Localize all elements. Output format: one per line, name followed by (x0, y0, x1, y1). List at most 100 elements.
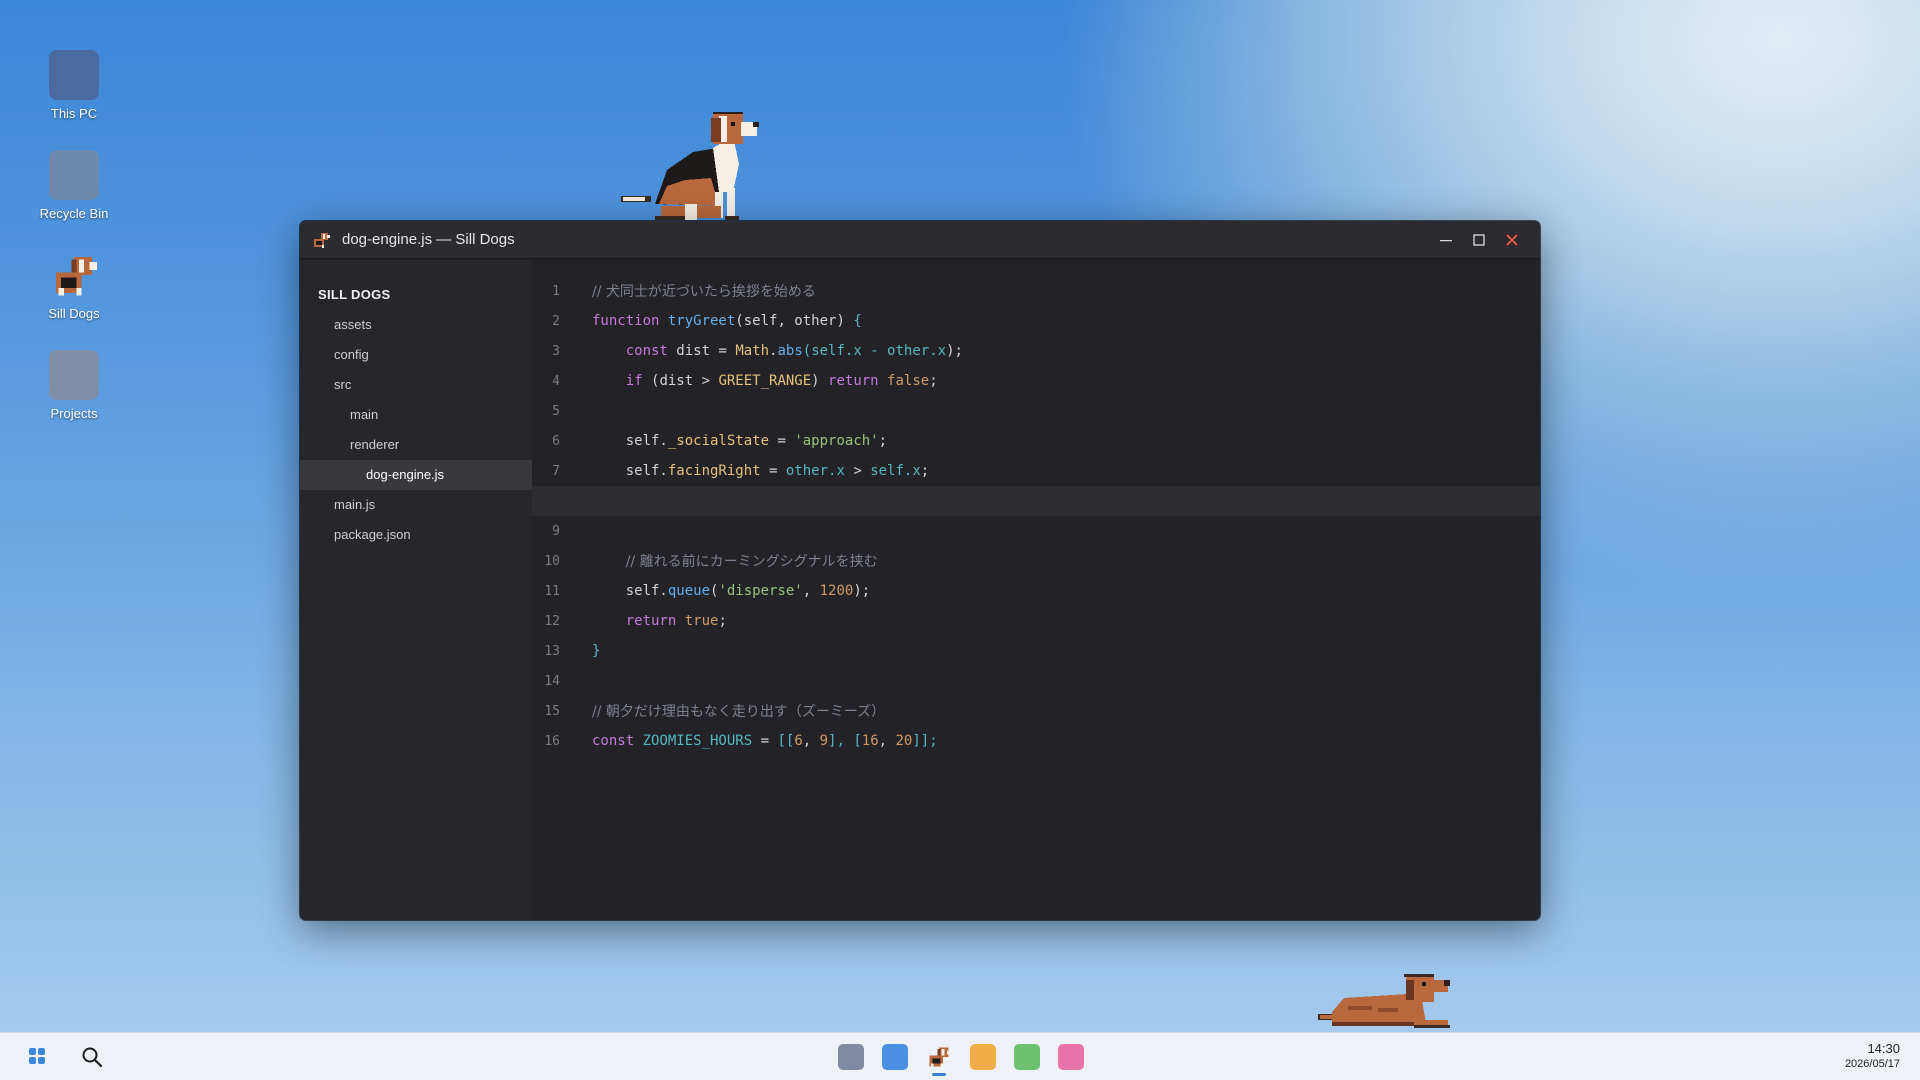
code-token: self.x (870, 463, 921, 479)
desktop-icon-projects[interactable]: Projects (36, 350, 112, 421)
code-token: , (878, 733, 896, 749)
code-line[interactable]: 13} (532, 636, 1540, 666)
code-line[interactable]: 1 // 犬同士が近づいたら挨拶を始める (532, 276, 1540, 306)
line-code: // 離れる前にカーミングシグナルを挟む (592, 551, 878, 571)
desktop-icon-label: Recycle Bin (39, 206, 109, 221)
code-line[interactable]: 6 self._socialState = 'approach'; (532, 426, 1540, 456)
window-title: dog-engine.js — Sill Dogs (342, 231, 515, 248)
code-token: 16 (861, 733, 879, 749)
code-token: 9 (819, 733, 829, 749)
code-token: abs (777, 343, 803, 359)
line-number: 5 (552, 403, 560, 419)
line-number: 12 (544, 613, 560, 629)
line-number: 1 (552, 283, 560, 299)
explorer-item[interactable]: dog-engine.js (300, 460, 532, 490)
lying-dog-sprite[interactable] (1318, 970, 1453, 1032)
code-line[interactable]: 2 function tryGreet(self, other) { (532, 306, 1540, 336)
code-line[interactable]: 14 (532, 666, 1540, 696)
code-token: if (625, 373, 652, 389)
desktop-icon-this-pc[interactable]: This PC (36, 50, 112, 121)
code-token: ; (920, 463, 930, 479)
code-line[interactable]: 16 const ZOOMIES_HOURS = [[6, 9], [16, 20… (532, 726, 1540, 756)
code-line[interactable]: 4 if (dist > GREET_RANGE) return false; (532, 366, 1540, 396)
line-number: 4 (552, 373, 560, 389)
code-token: return (625, 613, 685, 629)
code-token: false (887, 373, 930, 389)
beagle-pixel-icon (929, 1047, 951, 1068)
code-line[interactable]: 11 self.queue('disperse', 1200); (532, 576, 1540, 606)
explorer-item[interactable]: main.js (300, 490, 532, 520)
maximize-button[interactable] (1463, 224, 1495, 256)
code-line[interactable]: 10 // 離れる前にカーミングシグナルを挟む (532, 546, 1540, 576)
explorer-item[interactable]: assets (300, 310, 532, 340)
line-code: function tryGreet(self, other) { (592, 313, 862, 329)
window-titlebar[interactable]: dog-engine.js — Sill Dogs (300, 221, 1540, 259)
sitting-beagle-sprite[interactable] (615, 108, 790, 224)
desktop-icon-sill-dogs[interactable]: Sill Dogs (36, 250, 112, 321)
code-line[interactable]: 9 (532, 516, 1540, 546)
explorer-item[interactable]: main (300, 400, 532, 430)
clock-date: 2026/05/17 (1844, 1058, 1900, 1070)
code-token: 'disperse' (718, 583, 803, 599)
system-clock[interactable]: 14:30 2026/05/17 (1845, 1041, 1900, 1070)
code-token: tryGreet (667, 313, 736, 329)
line-number: 14 (544, 673, 560, 689)
code-line[interactable]: 3 const dist = Math.abs(self.x - other.x… (532, 336, 1540, 366)
file-explorer: SILL DOGS assets config src main renderer dog… (300, 260, 532, 920)
code-token: other.x (785, 463, 845, 479)
taskbar-app-pink[interactable] (1058, 1044, 1084, 1070)
explorer-item[interactable]: package.json (300, 520, 532, 550)
beagle-pixel-icon (56, 257, 97, 296)
code-token: ); (946, 343, 963, 359)
code-token: = (760, 463, 786, 479)
code-editor[interactable]: 1 // 犬同士が近づいたら挨拶を始める 2 function tryGreet(se… (532, 260, 1540, 920)
code-token: const (625, 343, 677, 359)
line-number: 10 (544, 553, 560, 569)
code-token: ) (811, 373, 829, 389)
code-line[interactable]: 7 self.facingRight = other.x > self.x; (532, 456, 1540, 486)
explorer-item[interactable]: src (300, 370, 532, 400)
line-number: 7 (552, 463, 560, 479)
code-token: 'approach' (794, 433, 879, 449)
code-token: facingRight (667, 463, 761, 479)
code-token: // 犬同士が近づいたら挨拶を始める (592, 284, 816, 300)
code-token: self.x - other.x (811, 343, 947, 359)
line-code: const dist = Math.abs(self.x - other.x); (592, 343, 963, 359)
taskbar-app-blue[interactable] (882, 1044, 908, 1070)
code-token: GREET_RANGE (718, 373, 812, 389)
taskbar-app-green[interactable] (1014, 1044, 1040, 1070)
explorer-item[interactable]: renderer (300, 430, 532, 460)
editor-window[interactable]: dog-engine.js — Sill Dogs SILL DOGS asse… (300, 221, 1540, 920)
code-line[interactable]: 12 return true; (532, 606, 1540, 636)
minimize-icon (1440, 239, 1452, 241)
code-token: const (592, 733, 643, 749)
code-token: Math (735, 343, 770, 359)
code-line[interactable]: 15 // 朝夕だけ理由もなく走り出す（ズーミーズ） (532, 696, 1540, 726)
search-icon[interactable] (80, 1045, 104, 1069)
desktop-icon-recycle-bin[interactable]: Recycle Bin (36, 150, 112, 221)
taskbar-app-orange[interactable] (970, 1044, 996, 1070)
taskbar-app-grey[interactable] (838, 1044, 864, 1070)
line-code: } (592, 643, 600, 659)
desktop-icon-label: This PC (50, 106, 98, 121)
desktop-icon-image (49, 50, 99, 100)
start-grid-icon[interactable] (26, 1045, 48, 1067)
explorer-item[interactable]: config (300, 340, 532, 370)
close-button[interactable] (1496, 224, 1528, 256)
current-line[interactable] (532, 486, 1540, 516)
line-code: // 犬同士が近づいたら挨拶を始める (592, 281, 816, 301)
line-code: self.queue('disperse', 1200); (592, 583, 870, 599)
taskbar-app-sill-dogs[interactable] (926, 1044, 952, 1076)
code-line[interactable]: 5 (532, 396, 1540, 426)
code-token: true (684, 613, 719, 629)
taskbar-apps (838, 1044, 1102, 1076)
close-icon (1506, 233, 1518, 246)
desktop-icon-label: Projects (50, 406, 98, 421)
code-token: ( (802, 343, 812, 359)
code-token: ; (718, 613, 727, 629)
line-number: 15 (544, 703, 560, 719)
minimize-button[interactable] (1430, 224, 1462, 256)
line-code: return true; (592, 613, 727, 629)
line-code: self._socialState = 'approach'; (592, 433, 887, 449)
